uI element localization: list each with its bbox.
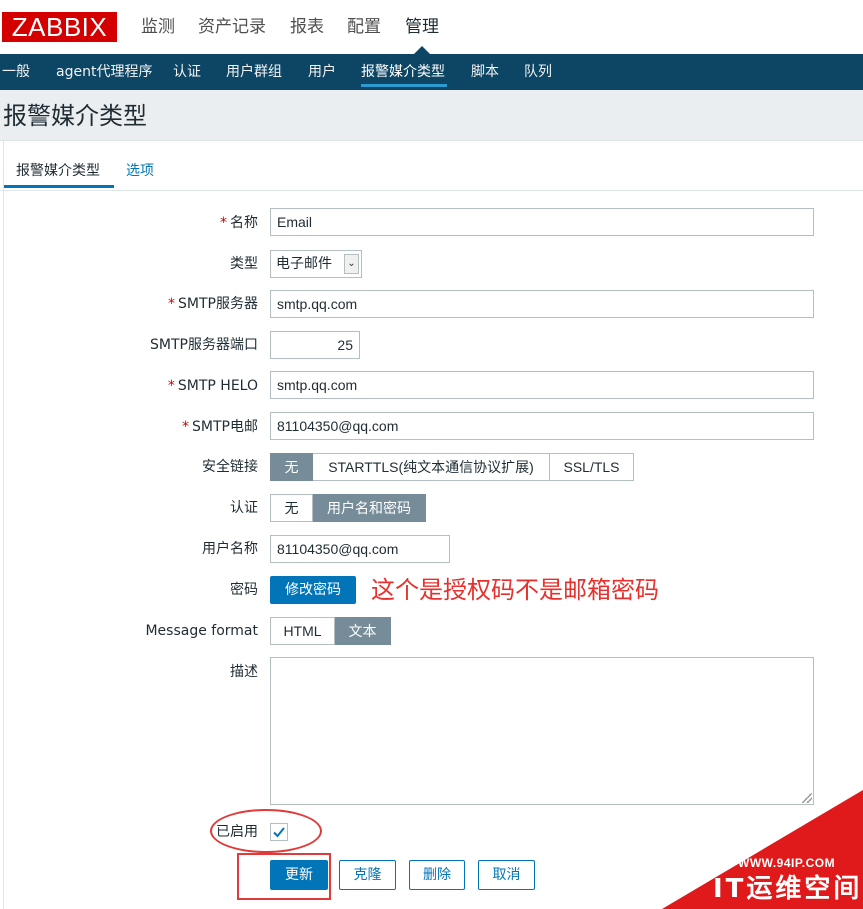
type-select-value: 电子邮件 <box>276 256 332 272</box>
security-option-ssl-tls[interactable]: SSL/TLS <box>550 453 634 481</box>
required-marker: * <box>168 296 176 312</box>
highlight-ellipse <box>210 809 322 853</box>
smtp-server-label: * SMTP服务器 <box>168 296 258 312</box>
format-option-text[interactable]: 文本 <box>335 617 391 645</box>
smtp-email-label: * SMTP电邮 <box>182 419 258 435</box>
description-label: 描述 <box>230 664 258 680</box>
auth-option-username-password[interactable]: 用户名和密码 <box>313 494 426 522</box>
tab-media-type[interactable]: 报警媒介类型 <box>16 161 100 181</box>
menu-item-inventory[interactable]: 资产记录 <box>198 14 266 40</box>
security-segmented-control: 无 STARTTLS(纯文本通信协议扩展) SSL/TLS <box>270 453 634 481</box>
zabbix-logo[interactable]: ZABBIX <box>2 12 117 42</box>
page-title: 报警媒介类型 <box>3 102 147 130</box>
change-password-button[interactable]: 修改密码 <box>270 576 356 604</box>
username-input[interactable]: 81104350@qq.com <box>270 535 450 563</box>
subnav-queue[interactable]: 队列 <box>524 54 552 90</box>
required-marker: * <box>182 419 190 435</box>
description-textarea[interactable] <box>270 657 814 805</box>
menu-item-reports[interactable]: 报表 <box>290 14 324 40</box>
smtp-helo-input[interactable]: smtp.qq.com <box>270 371 814 399</box>
subnav-scripts[interactable]: 脚本 <box>471 54 499 90</box>
username-label: 用户名称 <box>202 541 258 557</box>
content-border <box>3 140 4 909</box>
annotation-note: 这个是授权码不是邮箱密码 <box>371 576 659 604</box>
tab-options[interactable]: 选项 <box>126 161 154 181</box>
password-label: 密码 <box>230 582 258 598</box>
subnav-users[interactable]: 用户 <box>308 54 336 90</box>
name-label: * 名称 <box>220 215 258 231</box>
type-label: 类型 <box>230 256 258 272</box>
menu-item-configuration[interactable]: 配置 <box>347 14 381 40</box>
resize-grip-icon[interactable] <box>802 793 812 803</box>
smtp-port-input[interactable]: 25 <box>270 331 360 359</box>
smtp-helo-label: * SMTP HELO <box>167 378 258 394</box>
security-option-starttls[interactable]: STARTTLS(纯文本通信协议扩展) <box>313 453 550 481</box>
highlight-rectangle <box>237 853 331 900</box>
subnav-authentication[interactable]: 认证 <box>173 54 201 90</box>
chevron-down-icon[interactable]: ⌄ <box>344 254 359 274</box>
cancel-button[interactable]: 取消 <box>478 860 535 890</box>
subnav-general[interactable]: 一般 <box>2 54 30 90</box>
name-input[interactable]: Email <box>270 208 814 236</box>
menu-item-administration[interactable]: 管理 <box>405 14 439 40</box>
active-menu-caret-icon <box>414 46 430 54</box>
watermark-text: IT运维空间 <box>713 874 863 904</box>
auth-label: 认证 <box>230 500 258 516</box>
tab-active-indicator <box>4 185 114 188</box>
subnav-proxies[interactable]: agent代理程序 <box>56 54 152 90</box>
format-option-html[interactable]: HTML <box>270 617 335 645</box>
security-option-none[interactable]: 无 <box>270 453 313 481</box>
subnav-user-groups[interactable]: 用户群组 <box>226 54 282 90</box>
subnav-active-indicator <box>361 84 447 87</box>
auth-segmented-control: 无 用户名和密码 <box>270 494 426 522</box>
smtp-email-input[interactable]: 81104350@qq.com <box>270 412 814 440</box>
message-format-label: Message format <box>145 623 258 639</box>
security-label: 安全链接 <box>202 459 258 475</box>
required-marker: * <box>220 215 227 231</box>
required-marker: * <box>167 378 175 394</box>
watermark-url: WWW.94IP.COM <box>738 856 836 870</box>
smtp-server-input[interactable]: smtp.qq.com <box>270 290 814 318</box>
message-format-segmented-control: HTML 文本 <box>270 617 391 645</box>
delete-button[interactable]: 删除 <box>409 860 465 890</box>
smtp-port-label: SMTP服务器端口 <box>150 337 258 353</box>
menu-item-monitoring[interactable]: 监测 <box>141 14 175 40</box>
top-navbar: ZABBIX 监测 资产记录 报表 配置 管理 <box>0 0 863 54</box>
clone-button[interactable]: 克隆 <box>339 860 396 890</box>
type-select[interactable]: 电子邮件 ⌄ <box>270 250 362 278</box>
auth-option-none[interactable]: 无 <box>270 494 313 522</box>
